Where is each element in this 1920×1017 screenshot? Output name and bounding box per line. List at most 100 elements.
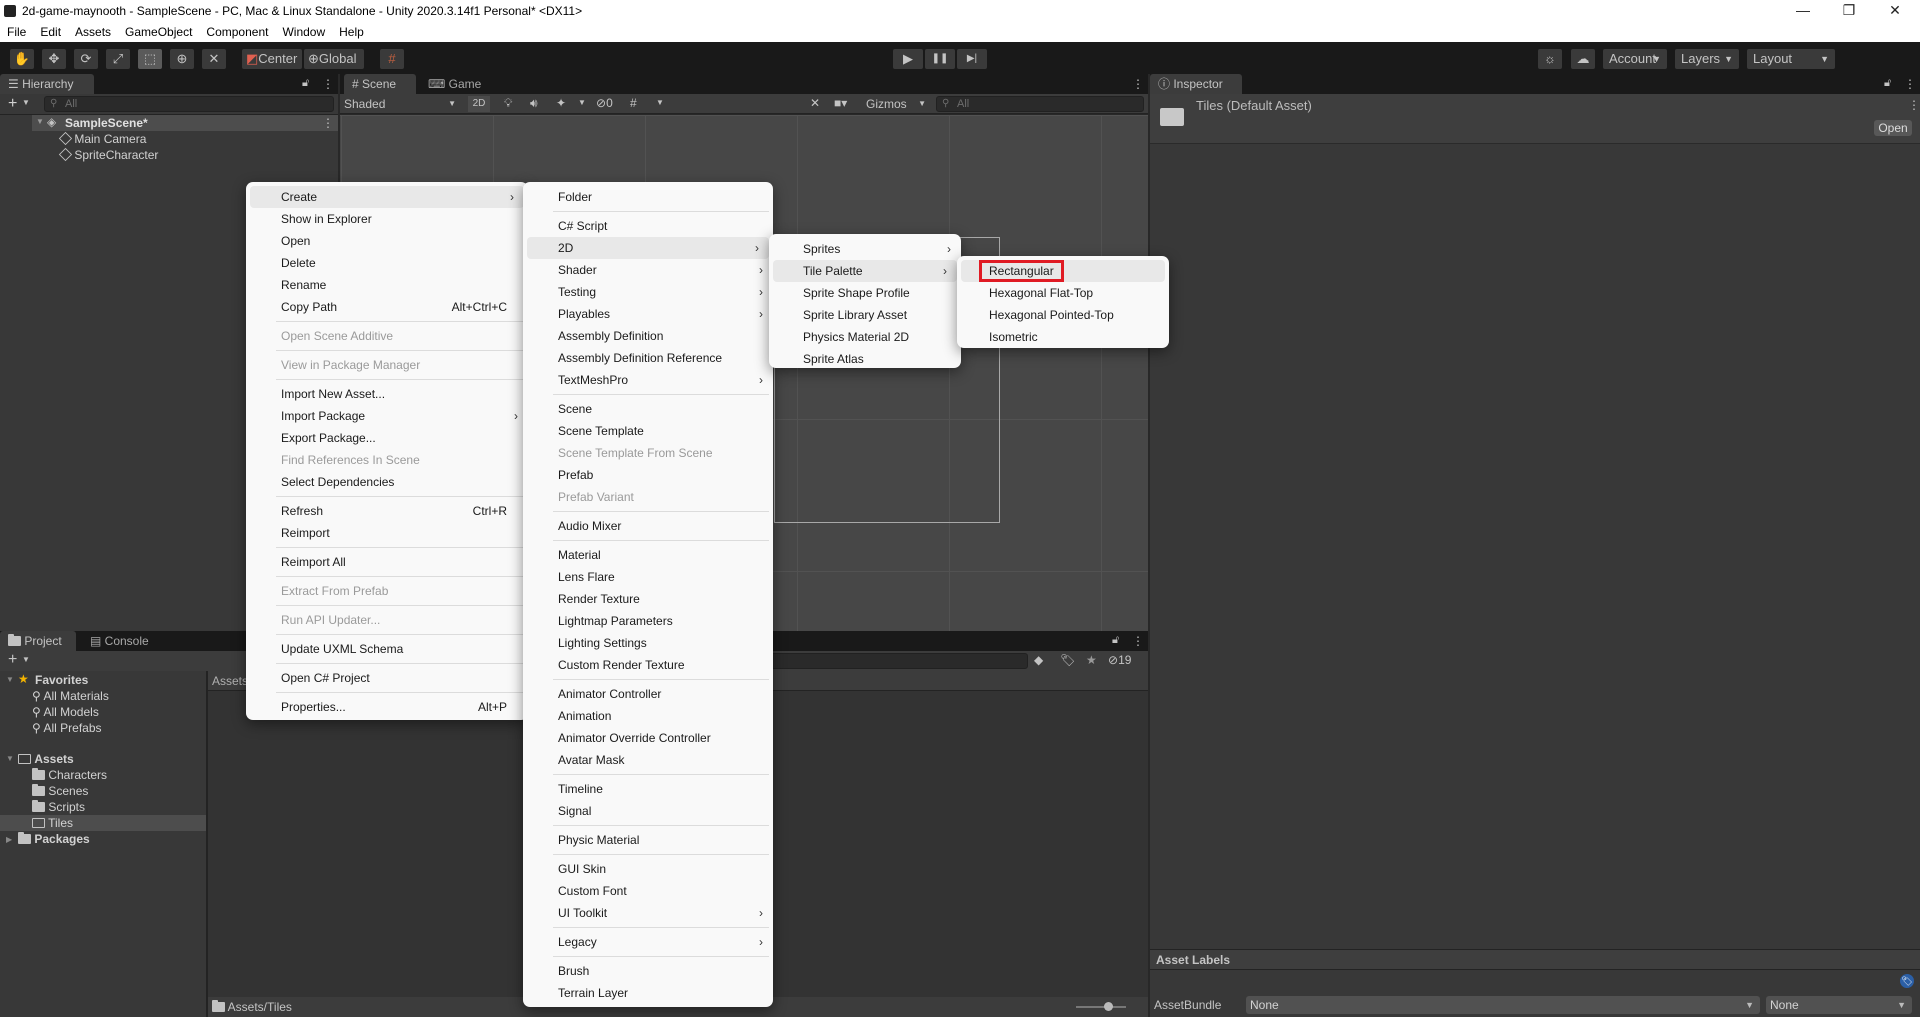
menu-item-physics-material-2d[interactable]: Physics Material 2D <box>769 326 961 348</box>
grid-snap-button[interactable]: # <box>380 49 404 69</box>
scene-search-input[interactable]: ⚲ All <box>936 96 1144 112</box>
menu-item-rectangular[interactable]: Rectangular <box>961 260 1165 282</box>
menu-item-signal[interactable]: Signal <box>523 800 773 822</box>
hidden-objects-icon[interactable]: ⊘0 <box>596 96 613 110</box>
kebab-menu-icon[interactable]: ⋮ <box>322 116 334 130</box>
menu-item-animator-controller[interactable]: Animator Controller <box>523 683 773 705</box>
rotate-tool-button[interactable]: ⟳ <box>74 49 98 69</box>
menu-item-gui-skin[interactable]: GUI Skin <box>523 858 773 880</box>
menu-item-assembly-definition[interactable]: Assembly Definition <box>523 325 773 347</box>
scale-tool-button[interactable]: ⤢ <box>106 49 130 69</box>
menu-item-textmeshpro[interactable]: TextMeshPro › <box>523 369 773 391</box>
expand-arrow-icon[interactable]: ▶ <box>6 835 12 844</box>
menu-item-refresh[interactable]: Refresh Ctrl+R <box>246 500 528 522</box>
menu-item-sprites[interactable]: Sprites › <box>769 238 961 260</box>
menu-item-import-new-asset[interactable]: Import New Asset... <box>246 383 528 405</box>
menu-item-animator-override-controller[interactable]: Animator Override Controller <box>523 727 773 749</box>
icon-size-slider[interactable] <box>1076 1006 1126 1008</box>
menu-item-render-texture[interactable]: Render Texture <box>523 588 773 610</box>
menu-item-open-c-project[interactable]: Open C# Project <box>246 667 528 689</box>
menu-item-legacy[interactable]: Legacy › <box>523 931 773 953</box>
minimize-button[interactable]: — <box>1780 0 1826 22</box>
chevron-down-icon[interactable]: ▼ <box>22 98 30 107</box>
menu-window[interactable]: Window <box>275 22 332 42</box>
menu-item-copy-path[interactable]: Copy Path Alt+Ctrl+C <box>246 296 528 318</box>
favorite-star-icon[interactable]: ★ <box>1086 653 1097 667</box>
menu-item-isometric[interactable]: Isometric <box>957 326 1169 348</box>
menu-item-sprite-atlas[interactable]: Sprite Atlas <box>769 348 961 370</box>
asset-labels-header[interactable]: Asset Labels <box>1150 950 1920 970</box>
menu-item-lightmap-parameters[interactable]: Lightmap Parameters <box>523 610 773 632</box>
step-button[interactable]: ▶| <box>957 49 987 69</box>
menu-item-hexagonal-flat-top[interactable]: Hexagonal Flat-Top <box>957 282 1169 304</box>
menu-item-update-uxml-schema[interactable]: Update UXML Schema <box>246 638 528 660</box>
scene-row[interactable]: ▼ ◈ SampleScene* ⋮ <box>32 115 338 131</box>
maximize-button[interactable]: ❐ <box>1826 0 1872 22</box>
menu-item-2d[interactable]: 2D › <box>527 237 769 259</box>
menu-item-c-script[interactable]: C# Script <box>523 215 773 237</box>
menu-item-show-in-explorer[interactable]: Show in Explorer <box>246 208 528 230</box>
lock-icon[interactable]: 🔓︎ <box>1112 634 1119 647</box>
hierarchy-item[interactable]: Main Camera <box>58 131 146 146</box>
kebab-menu-icon[interactable]: ⋮ <box>1132 634 1144 648</box>
chevron-down-icon[interactable]: ▼ <box>656 98 664 107</box>
menu-item-lens-flare[interactable]: Lens Flare <box>523 566 773 588</box>
menu-item-brush[interactable]: Brush <box>523 960 773 982</box>
menu-item-tile-palette[interactable]: Tile Palette › <box>773 260 957 282</box>
menu-item-terrain-layer[interactable]: Terrain Layer <box>523 982 773 1004</box>
menu-item-scene[interactable]: Scene <box>523 398 773 420</box>
menu-item-scene-template[interactable]: Scene Template <box>523 420 773 442</box>
assetbundle-dropdown[interactable]: None ▼ <box>1246 996 1760 1014</box>
menu-help[interactable]: Help <box>332 22 371 42</box>
cloud-button[interactable]: ☁ <box>1571 49 1595 69</box>
project-search-input[interactable] <box>760 653 1028 669</box>
tab-console[interactable]: ▤ Console <box>82 631 162 651</box>
play-button[interactable]: ▶ <box>893 49 923 69</box>
menu-item-select-dependencies[interactable]: Select Dependencies <box>246 471 528 493</box>
folder-item[interactable]: Scenes <box>32 784 88 798</box>
pivot-center-button[interactable]: ◩Center <box>242 49 302 69</box>
packages-root[interactable]: Packages <box>18 832 90 846</box>
menu-item-physic-material[interactable]: Physic Material <box>523 829 773 851</box>
menu-item-sprite-library-asset[interactable]: Sprite Library Asset <box>769 304 961 326</box>
menu-item-export-package[interactable]: Export Package... <box>246 427 528 449</box>
expand-arrow-icon[interactable]: ▼ <box>6 675 14 684</box>
lighting-toggle-icon[interactable]: 💡︎ <box>504 96 512 111</box>
effects-toggle-icon[interactable]: ✦ <box>556 96 566 110</box>
transform-tool-button[interactable]: ⊕ <box>170 49 194 69</box>
favorite-item[interactable]: ⚲ All Models <box>32 705 99 719</box>
kebab-menu-icon[interactable]: ⋮ <box>1904 77 1916 91</box>
favorites-label[interactable]: Favorites <box>35 673 88 687</box>
open-button[interactable]: Open <box>1874 120 1912 136</box>
menu-item-reimport-all[interactable]: Reimport All <box>246 551 528 573</box>
tab-scene[interactable]: # Scene <box>344 74 416 94</box>
tools-icon[interactable]: ✕ <box>810 96 820 110</box>
chevron-down-icon[interactable]: ▼ <box>578 98 586 107</box>
menu-item-create[interactable]: Create › <box>250 186 524 208</box>
folder-item[interactable]: Scripts <box>32 800 85 814</box>
folder-item-selected[interactable]: Tiles <box>32 816 73 830</box>
tab-project[interactable]: Project <box>0 631 76 651</box>
menu-item-sprite-shape-profile[interactable]: Sprite Shape Profile <box>769 282 961 304</box>
favorite-item[interactable]: ⚲ All Prefabs <box>32 721 102 735</box>
custom-tool-button[interactable]: ✕ <box>202 49 226 69</box>
menu-item-audio-mixer[interactable]: Audio Mixer <box>523 515 773 537</box>
close-button[interactable]: ✕ <box>1872 0 1918 22</box>
collab-button[interactable]: ☼ <box>1538 49 1562 69</box>
menu-component[interactable]: Component <box>199 22 275 42</box>
hidden-packages-icon[interactable]: ⊘19 <box>1108 653 1131 667</box>
menu-edit[interactable]: Edit <box>33 22 68 42</box>
filter-by-type-icon[interactable]: ◆ <box>1034 653 1043 667</box>
breadcrumb[interactable]: Assets <box>212 674 248 688</box>
hierarchy-search-input[interactable]: ⚲ All <box>44 96 334 112</box>
2d-mode-toggle[interactable]: 2D <box>468 96 490 112</box>
menu-item-folder[interactable]: Folder <box>523 186 773 208</box>
rect-tool-button[interactable]: ⬚ <box>138 49 162 69</box>
hierarchy-item[interactable]: SpriteCharacter <box>58 147 158 162</box>
pause-button[interactable]: ❚❚ <box>925 49 955 69</box>
menu-item-prefab[interactable]: Prefab <box>523 464 773 486</box>
shading-mode-dropdown[interactable]: Shaded ▼ <box>344 96 460 112</box>
menu-item-playables[interactable]: Playables › <box>523 303 773 325</box>
lock-icon[interactable]: 🔓︎ <box>1884 77 1891 90</box>
favorite-item[interactable]: ⚲ All Materials <box>32 689 109 703</box>
